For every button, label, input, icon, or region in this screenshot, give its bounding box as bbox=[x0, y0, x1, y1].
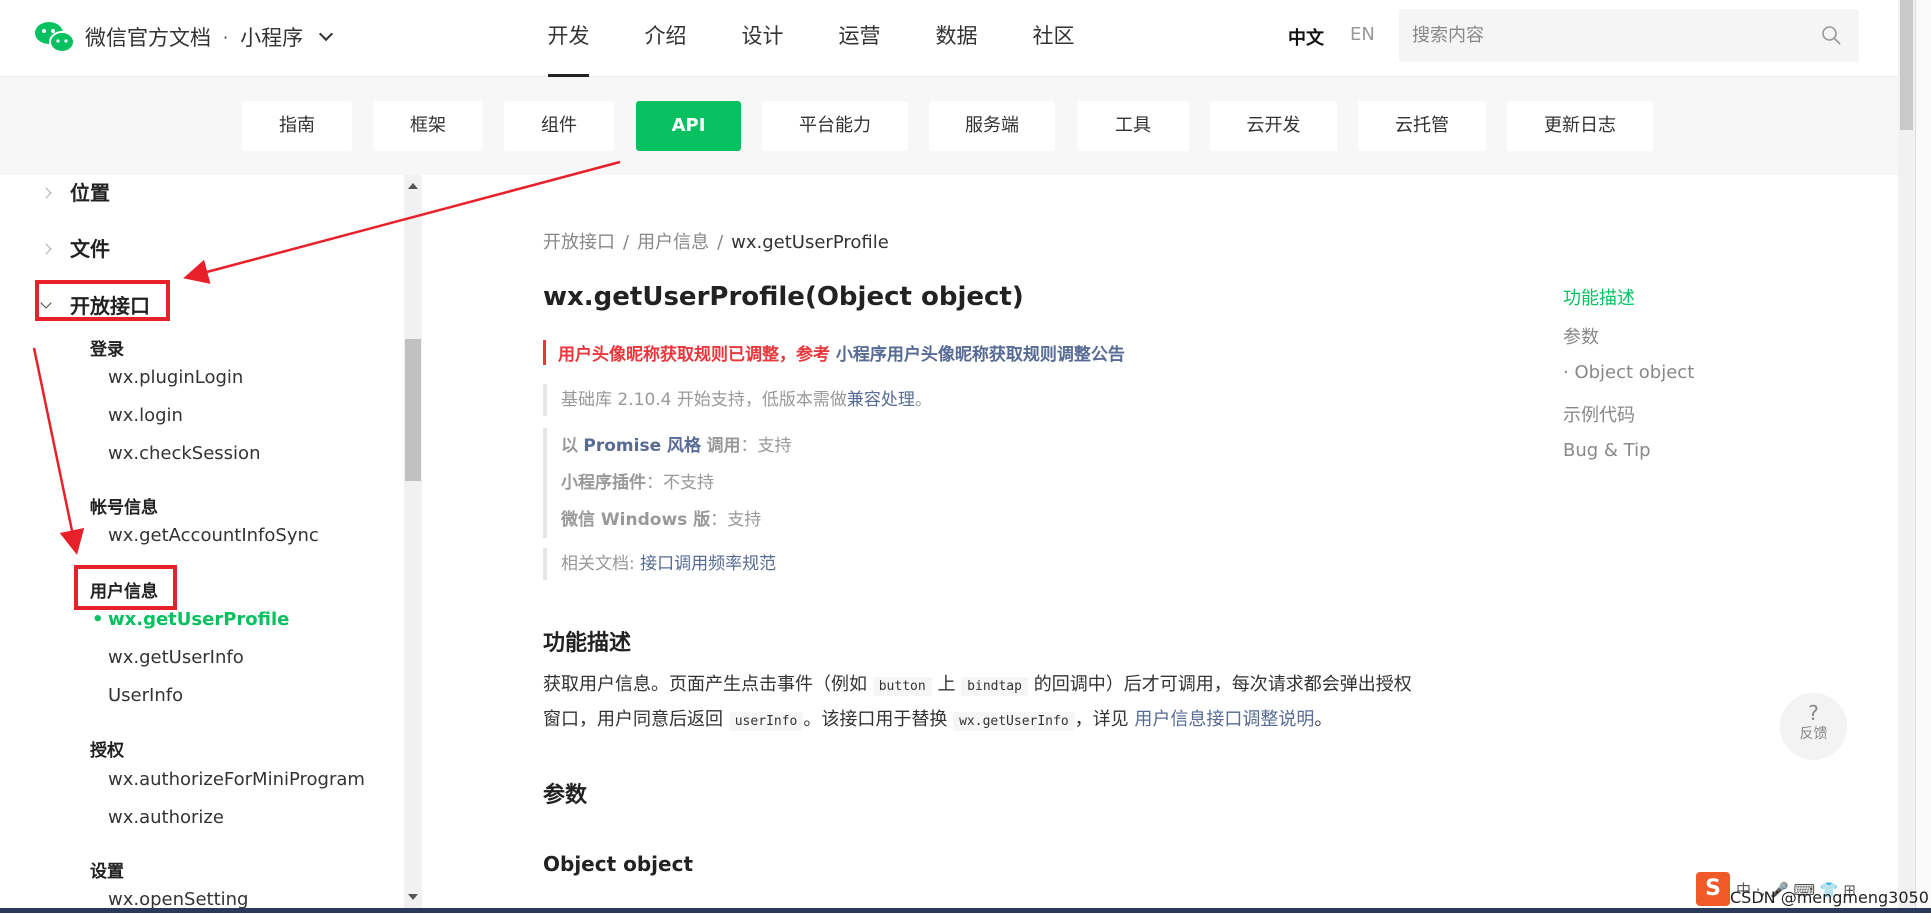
section-params: 参数 bbox=[543, 783, 588, 808]
description-text: 获取用户信息。页面产生点击事件（例如 button 上 bindtap 的回调中… bbox=[543, 674, 1412, 731]
notice-link[interactable]: 小程序用户头像昵称获取规则调整公告 bbox=[836, 345, 1125, 365]
table-of-contents: 功能描述 参数 · Object object 示例代码 Bug & Tip bbox=[1563, 284, 1694, 479]
page-scroll-thumb[interactable] bbox=[1900, 0, 1913, 130]
toc-object[interactable]: · Object object bbox=[1563, 362, 1694, 401]
userinfo-adjust-link[interactable]: 用户信息接口调整说明 bbox=[1134, 709, 1314, 730]
arrow-open-api-to-userinfo bbox=[32, 347, 85, 555]
breadcrumb-current: wx.getUserProfile bbox=[731, 232, 889, 253]
toc-description[interactable]: 功能描述 bbox=[1563, 284, 1694, 323]
breadcrumb-open-api[interactable]: 开放接口 bbox=[543, 232, 615, 253]
feedback-button[interactable]: ? 反馈 bbox=[1780, 693, 1847, 760]
related-docs: 相关文档: 接口调用频率规范 bbox=[543, 548, 776, 580]
rate-limit-link[interactable]: 接口调用频率规范 bbox=[640, 554, 776, 574]
taskbar-strip bbox=[0, 908, 1931, 913]
page-scrollbar[interactable] bbox=[1898, 0, 1915, 908]
compat-link[interactable]: 兼容处理 bbox=[847, 390, 915, 410]
breadcrumb: 开放接口 / 用户信息 / wx.getUserProfile bbox=[543, 232, 889, 253]
breadcrumb-userinfo[interactable]: 用户信息 bbox=[637, 232, 709, 253]
section-object: Object object bbox=[543, 852, 694, 876]
section-description: 功能描述 bbox=[543, 631, 632, 656]
question-icon: ? bbox=[1808, 701, 1819, 725]
sogou-logo-icon[interactable]: S bbox=[1696, 872, 1730, 906]
toc-bug-tip[interactable]: Bug & Tip bbox=[1563, 440, 1694, 479]
support-note: 基础库 2.10.4 开始支持，低版本需做兼容处理。 bbox=[543, 384, 932, 416]
window-edge bbox=[1915, 0, 1931, 908]
feedback-label: 反馈 bbox=[1799, 726, 1828, 742]
promise-style-link[interactable]: Promise 风格 bbox=[583, 436, 701, 456]
arrow-api-to-open-api bbox=[183, 160, 621, 284]
toc-params[interactable]: 参数 bbox=[1563, 323, 1694, 362]
support-matrix: 以 Promise 风格 调用：支持 小程序插件：不支持 微信 Windows … bbox=[543, 428, 791, 538]
page-title: wx.getUserProfile(Object object) bbox=[543, 282, 1024, 312]
toc-example[interactable]: 示例代码 bbox=[1563, 401, 1694, 440]
rule-notice: 用户头像昵称获取规则已调整，参考 小程序用户头像昵称获取规则调整公告 bbox=[543, 340, 1125, 365]
